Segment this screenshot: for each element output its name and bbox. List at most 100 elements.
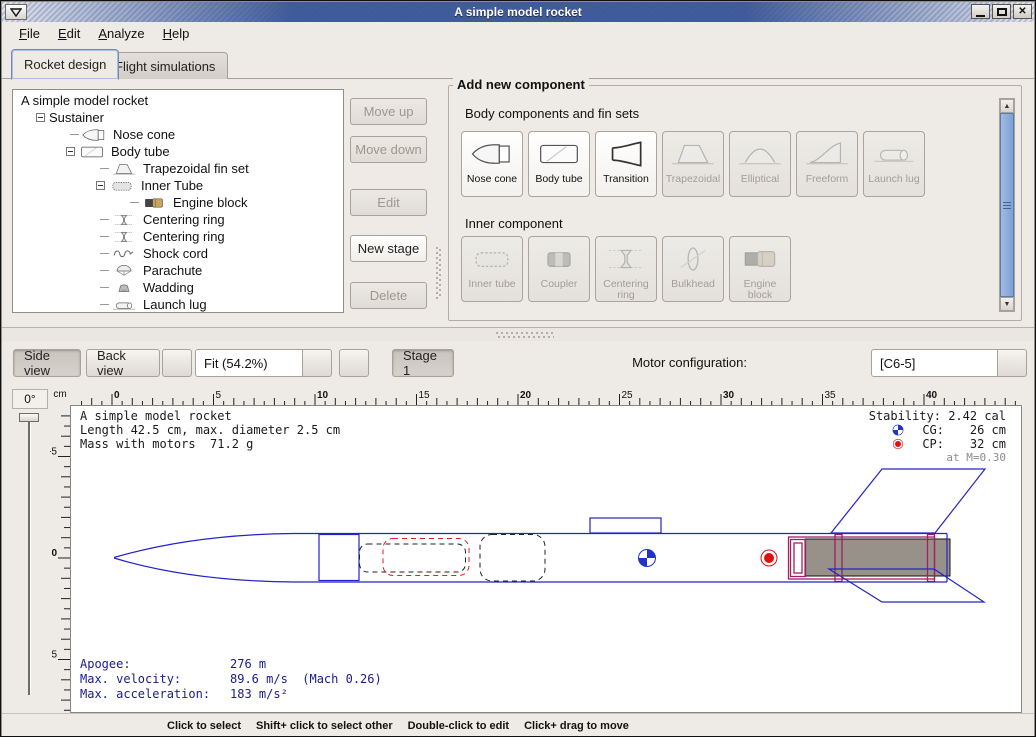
engine-block-outline[interactable]: [791, 540, 806, 577]
tab-rocket-design[interactable]: Rocket design: [11, 49, 119, 80]
tree-item-label: Centering ring: [143, 229, 225, 244]
add-transition-button[interactable]: Transition: [595, 131, 657, 197]
parachute-icon: [111, 264, 137, 278]
nose-cone-icon: [81, 128, 107, 142]
launch-lug-icon: [111, 298, 137, 312]
component-button-label: Elliptical: [741, 174, 780, 185]
centering-ring-icon: [604, 241, 648, 277]
scrollbar-thumb[interactable]: [1000, 113, 1014, 297]
zoom-level-value[interactable]: Fit (54.2%): [195, 349, 302, 377]
window-menu-icon[interactable]: [5, 4, 27, 20]
tree-expander-icon[interactable]: [96, 181, 105, 190]
tree-item-trapezoidal-fin-set[interactable]: Trapezoidal fin set: [13, 160, 343, 177]
add-body-tube-button[interactable]: Body tube: [528, 131, 590, 197]
cp-marker: [761, 550, 777, 566]
tree-item-launch-lug[interactable]: Launch lug: [13, 296, 343, 313]
svg-text:25: 25: [622, 390, 634, 401]
minimize-button[interactable]: [971, 4, 990, 19]
body-tube-icon: [79, 145, 105, 159]
add-freeform-button: Freeform: [796, 131, 858, 197]
centering-ring-icon: [111, 213, 137, 227]
tree-item-label: Shock cord: [143, 246, 208, 261]
component-tree[interactable]: A simple model rocketSustainerNose coneB…: [12, 89, 344, 313]
tree-item-centering-ring[interactable]: Centering ring: [13, 211, 343, 228]
tree-item-shock-cord[interactable]: Shock cord: [13, 245, 343, 262]
component-button-label: Engine block: [730, 279, 790, 301]
menu-help[interactable]: Help: [155, 24, 198, 43]
nose-cone-shoulder[interactable]: [319, 535, 359, 581]
add-inner-tube-button: Inner tube: [461, 236, 523, 302]
back-view-button[interactable]: Back view: [86, 349, 160, 377]
motor-configuration-value[interactable]: [C6-5]: [871, 349, 997, 377]
shock-cord-icon: [111, 247, 137, 261]
rotation-angle: 0°: [12, 389, 48, 409]
component-button-label: Coupler: [541, 279, 578, 290]
add-elliptical-button: Elliptical: [729, 131, 791, 197]
tree-item-parachute[interactable]: Parachute: [13, 262, 343, 279]
add-bulkhead-button: Bulkhead: [662, 236, 724, 302]
close-button[interactable]: ✕: [1013, 4, 1032, 19]
edit-button: Edit: [350, 189, 427, 216]
horizontal-splitter[interactable]: [2, 327, 1034, 341]
parachute-outline[interactable]: [480, 535, 545, 582]
svg-text:0: 0: [114, 390, 120, 401]
component-button-label: Inner tube: [468, 279, 515, 290]
motor[interactable]: [805, 539, 950, 576]
add-trapezoidal-button: Trapezoidal: [662, 131, 724, 197]
transition-icon: [604, 136, 648, 172]
tree-item-a-simple-model-rocket[interactable]: A simple model rocket: [13, 92, 343, 109]
vertical-splitter-grip[interactable]: [436, 247, 441, 299]
svg-text:15: 15: [419, 390, 431, 401]
tree-item-nose-cone[interactable]: Nose cone: [13, 126, 343, 143]
new-stage-button[interactable]: New stage: [350, 235, 427, 262]
add-component-title: Add new component: [453, 77, 589, 92]
zoom-out-button[interactable]: [162, 349, 192, 377]
tab-flight-simulations[interactable]: Flight simulations: [102, 52, 228, 79]
zoom-level-combo[interactable]: Fit (54.2%): [195, 349, 332, 377]
scroll-up-icon[interactable]: ▲: [1000, 99, 1014, 113]
tree-item-wadding[interactable]: Wadding: [13, 279, 343, 296]
rotation-slider-thumb[interactable]: [19, 413, 39, 422]
tree-item-label: Trapezoidal fin set: [143, 161, 249, 176]
scroll-down-icon[interactable]: ▼: [1000, 297, 1014, 311]
tree-item-label: Engine block: [173, 195, 247, 210]
rocket-diagram-area: 0° cm 0510152025303540 -505: [2, 385, 1034, 713]
tree-expander-icon[interactable]: [36, 113, 45, 122]
rotation-slider-track[interactable]: [28, 419, 30, 695]
component-scrollbar[interactable]: ▲ ▼: [999, 98, 1015, 312]
stage-1-toggle[interactable]: Stage 1: [392, 349, 454, 377]
chevron-down-icon[interactable]: [997, 349, 1027, 377]
chevron-down-icon[interactable]: [302, 349, 332, 377]
tree-item-inner-tube[interactable]: Inner Tube: [13, 177, 343, 194]
engine-hook-outline[interactable]: [360, 544, 466, 572]
tree-item-centering-ring[interactable]: Centering ring: [13, 228, 343, 245]
component-button-label: Body tube: [535, 174, 582, 185]
maximize-button[interactable]: [992, 4, 1011, 19]
zoom-in-button[interactable]: [339, 349, 369, 377]
move-down-button: Move down: [350, 136, 427, 163]
motor-configuration-combo[interactable]: [C6-5]: [871, 349, 1027, 377]
side-view-button[interactable]: Side view: [13, 349, 81, 377]
add-centering-ring-button: Centering ring: [595, 236, 657, 302]
status-hint: Shift+ click to select other: [256, 720, 393, 732]
menu-file[interactable]: File: [11, 24, 48, 43]
splitter-grip[interactable]: [496, 332, 554, 338]
engine-block-icon: [141, 196, 167, 210]
fin-upper[interactable]: [831, 469, 985, 533]
fin-freeform-icon: [805, 136, 849, 172]
tree-item-body-tube[interactable]: Body tube: [13, 143, 343, 160]
component-button-label: Freeform: [806, 174, 849, 185]
tree-item-engine-block[interactable]: Engine block: [13, 194, 343, 211]
component-button-label: Transition: [603, 174, 649, 185]
tree-item-label: Body tube: [111, 144, 170, 159]
add-nose-cone-button[interactable]: Nose cone: [461, 131, 523, 197]
fin-elliptical-icon: [738, 136, 782, 172]
launch-lug[interactable]: [590, 518, 661, 533]
inner-tube-icon: [470, 241, 514, 277]
delete-button: Delete: [350, 282, 427, 309]
horizontal-ruler: 0510152025303540: [70, 389, 1022, 405]
menu-edit[interactable]: Edit: [50, 24, 88, 43]
tree-expander-icon[interactable]: [66, 147, 75, 156]
menu-analyze[interactable]: Analyze: [90, 24, 152, 43]
tree-item-sustainer[interactable]: Sustainer: [13, 109, 343, 126]
